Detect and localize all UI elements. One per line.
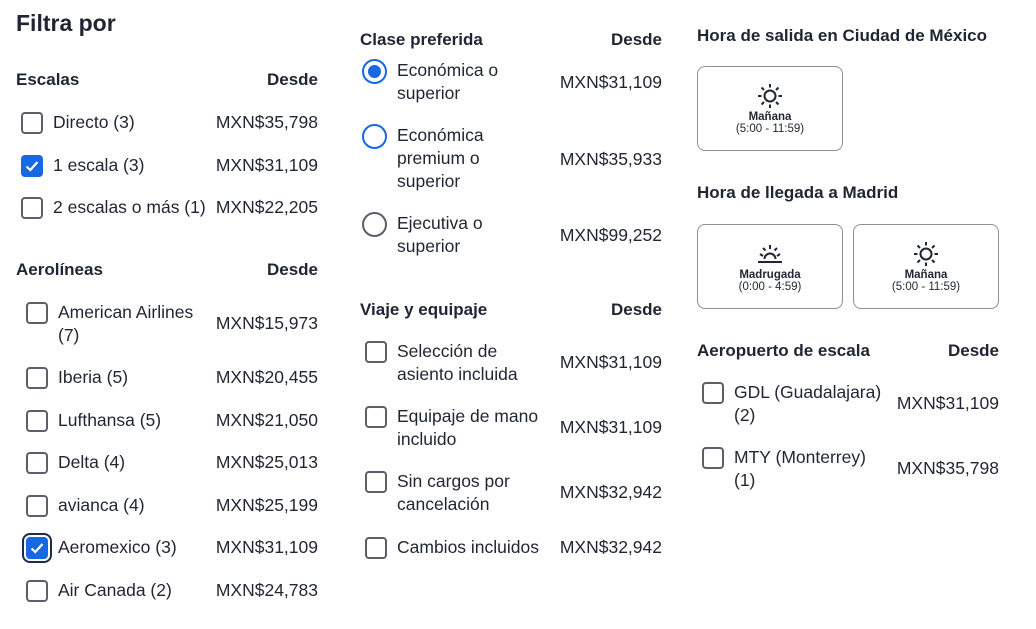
radio[interactable] [362,212,387,237]
option-price: MXN$31,109 [215,537,318,557]
option-label: Iberia (5) [58,367,129,387]
airline-option-air-canada[interactable]: Air Canada (2) [26,579,172,602]
class-option-business[interactable]: Ejecutiva o superior [362,212,507,258]
option-label: Delta (4) [58,452,126,472]
option-label: Económica premium o superior [397,125,484,191]
stops-option-one[interactable]: 1 escala (3) [21,154,144,177]
option-price: MXN$35,933 [559,149,662,169]
checkbox[interactable] [26,494,48,517]
option-price: MXN$99,252 [559,225,662,245]
option-price: MXN$31,109 [896,393,999,413]
option-price: MXN$32,942 [559,482,662,502]
layover-option-mty[interactable]: MTY (Monterrey) (1) [702,446,879,492]
option-price: MXN$15,973 [215,313,318,333]
option-price: MXN$31,109 [559,72,662,92]
option-label: Lufthansa (5) [58,410,162,430]
option-label: Ejecutiva o superior [397,213,483,256]
departure-time-morning-card[interactable]: Mañana (5:00 - 11:59) [697,66,843,151]
airline-option-iberia[interactable]: Iberia (5) [26,366,128,389]
salida-heading: Hora de salida en Ciudad de México [697,26,988,45]
sun-icon [758,83,782,108]
aerolineas-heading: Aerolíneas [16,260,103,279]
check-icon [30,542,44,554]
radio-selected[interactable] [362,59,387,84]
option-price: MXN$24,783 [215,580,318,600]
class-option-premium[interactable]: Económica premium o superior [362,124,507,193]
time-card-range: (5:00 - 11:59) [891,280,961,293]
checkbox[interactable] [21,111,43,134]
aerolineas-desde: Desde [266,260,318,279]
checkbox[interactable] [702,447,724,469]
checkbox[interactable] [365,406,387,428]
checkbox[interactable] [26,451,48,474]
option-price: MXN$35,798 [896,458,999,478]
radio[interactable] [362,124,387,149]
option-price: MXN$25,199 [215,495,318,515]
option-label: 1 escala (3) [53,155,145,175]
option-price: MXN$22,205 [215,197,318,217]
airline-option-delta[interactable]: Delta (4) [26,451,125,474]
option-price: MXN$31,109 [215,155,318,175]
time-card-label: Madrugada [739,268,801,281]
checkbox[interactable] [26,579,48,602]
arrival-time-early-morning-card[interactable]: Madrugada (0:00 - 4:59) [697,224,843,309]
time-card-range: (0:00 - 4:59) [738,280,802,293]
baggage-option-no-cancel-fee[interactable]: Sin cargos por cancelación [365,470,527,516]
clase-heading: Clase preferida [360,30,483,49]
class-option-economy[interactable]: Económica o superior [362,59,517,105]
aeropuerto-heading: Aeropuerto de escala [697,341,870,360]
airline-option-lufthansa[interactable]: Lufthansa (5) [26,409,161,432]
page-title: Filtra por [16,10,116,36]
checkbox[interactable] [26,302,48,324]
option-label: MTY (Monterrey) (1) [734,447,866,490]
time-card-label: Mañana [748,110,792,123]
option-price: MXN$31,109 [559,352,662,372]
checkbox[interactable] [365,536,387,559]
option-label: avianca (4) [58,495,145,515]
checkbox[interactable] [365,341,387,363]
checkbox-checked[interactable] [22,532,52,563]
check-icon [25,160,39,172]
arrival-time-morning-card[interactable]: Mañana (5:00 - 11:59) [853,224,999,309]
checkbox[interactable] [365,471,387,493]
time-card-range: (5:00 - 11:59) [735,122,805,135]
time-card-label: Mañana [904,268,948,281]
sunrise-icon [758,244,782,263]
airline-option-avianca[interactable]: avianca (4) [26,494,145,517]
llegada-heading: Hora de llegada a Madrid [697,183,899,202]
escalas-heading: Escalas [16,70,80,89]
checkbox[interactable] [702,382,724,404]
radio-dot [368,65,381,78]
option-price: MXN$25,013 [215,452,318,472]
option-label: Directo (3) [53,112,135,132]
checkbox[interactable] [26,409,48,432]
option-label: Aeromexico (3) [58,537,177,557]
option-price: MXN$21,050 [215,410,318,430]
airline-option-aeromexico[interactable]: Aeromexico (3) [22,532,177,563]
option-price: MXN$20,455 [215,367,318,387]
equipaje-desde: Desde [610,300,662,319]
clase-desde: Desde [610,30,662,49]
option-price: MXN$35,798 [215,112,318,132]
checkbox[interactable] [26,366,48,389]
option-price: MXN$31,109 [559,417,662,437]
escalas-desde: Desde [266,70,318,89]
option-label: Económica o superior [397,60,499,103]
checkbox[interactable] [21,196,43,219]
aeropuerto-desde: Desde [947,341,999,360]
sun-icon [914,241,938,266]
option-label: Air Canada (2) [58,580,172,600]
stops-option-direct[interactable]: Directo (3) [21,111,135,134]
option-price: MXN$32,942 [559,537,662,557]
checkbox-checked[interactable] [21,154,43,177]
equipaje-heading: Viaje y equipaje [360,300,488,319]
